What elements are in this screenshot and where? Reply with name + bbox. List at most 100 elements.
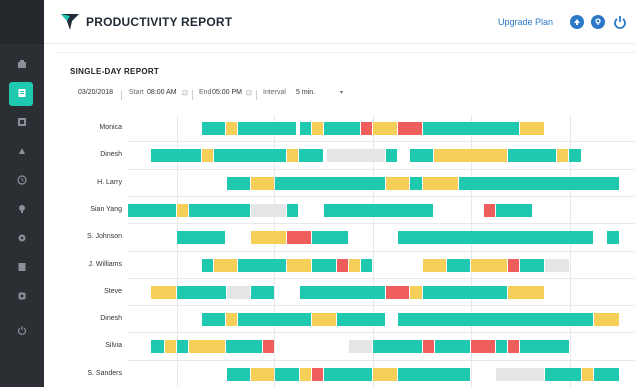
activity-segment[interactable]: [299, 149, 323, 163]
activity-segment[interactable]: [202, 122, 225, 135]
activity-segment[interactable]: [177, 340, 188, 354]
upgrade-plan-link[interactable]: Upgrade Plan: [498, 17, 553, 27]
activity-segment[interactable]: [410, 149, 433, 163]
activity-segment[interactable]: [373, 122, 397, 135]
activity-segment[interactable]: [337, 258, 348, 272]
activity-segment[interactable]: [398, 367, 470, 381]
activity-segment[interactable]: [496, 340, 507, 354]
activity-segment[interactable]: [151, 285, 176, 299]
activity-segment[interactable]: [189, 203, 250, 217]
activity-segment[interactable]: [177, 285, 226, 299]
sidebar-item-settings[interactable]: [0, 224, 44, 252]
activity-segment[interactable]: [508, 285, 544, 299]
activity-segment[interactable]: [557, 149, 568, 163]
activity-segment[interactable]: [410, 176, 422, 190]
activity-segment[interactable]: [607, 231, 619, 245]
activity-segment[interactable]: [373, 367, 397, 381]
activity-segment[interactable]: [275, 367, 299, 381]
activity-segment[interactable]: [251, 176, 274, 190]
activity-segment[interactable]: [520, 258, 544, 272]
activity-segment[interactable]: [520, 122, 544, 135]
date-field[interactable]: 03/20/2018: [78, 89, 113, 96]
activity-segment[interactable]: [496, 203, 532, 217]
sidebar-item-gear[interactable]: [0, 282, 44, 310]
activity-segment[interactable]: [263, 340, 274, 354]
activity-segment[interactable]: [287, 231, 311, 245]
activity-segment[interactable]: [151, 149, 201, 163]
start-time-field[interactable]: 08:00 AM: [147, 89, 177, 96]
sidebar-item-users[interactable]: [0, 108, 44, 136]
activity-segment[interactable]: [226, 340, 262, 354]
activity-segment[interactable]: [189, 340, 225, 354]
interval-select[interactable]: 5 min.: [296, 89, 315, 96]
activity-segment[interactable]: [327, 149, 385, 163]
activity-segment[interactable]: [423, 285, 507, 299]
activity-segment[interactable]: [337, 313, 385, 327]
activity-segment[interactable]: [349, 258, 360, 272]
sidebar-item-file[interactable]: [0, 253, 44, 281]
activity-segment[interactable]: [312, 313, 336, 327]
chevron-down-icon[interactable]: ▾: [340, 89, 343, 96]
activity-segment[interactable]: [151, 340, 164, 354]
activity-segment[interactable]: [447, 258, 470, 272]
end-time-field[interactable]: 05:00 PM: [212, 89, 242, 96]
activity-segment[interactable]: [435, 340, 470, 354]
activity-segment[interactable]: [496, 367, 544, 381]
help-icon[interactable]: [591, 15, 605, 29]
activity-segment[interactable]: [214, 258, 237, 272]
activity-segment[interactable]: [312, 231, 348, 245]
activity-segment[interactable]: [251, 231, 286, 245]
logout-power-icon[interactable]: [613, 15, 627, 29]
activity-segment[interactable]: [251, 367, 274, 381]
activity-segment[interactable]: [287, 149, 298, 163]
activity-segment[interactable]: [386, 149, 397, 163]
activity-segment[interactable]: [569, 149, 581, 163]
sidebar-item-clock[interactable]: [0, 166, 44, 194]
start-calendar-icon[interactable]: ⊡: [182, 89, 188, 97]
activity-segment[interactable]: [386, 176, 409, 190]
activity-segment[interactable]: [312, 367, 323, 381]
activity-segment[interactable]: [410, 285, 422, 299]
activity-segment[interactable]: [177, 203, 188, 217]
upload-icon[interactable]: [570, 15, 584, 29]
activity-segment[interactable]: [165, 340, 176, 354]
activity-segment[interactable]: [312, 122, 323, 135]
activity-segment[interactable]: [373, 340, 422, 354]
activity-segment[interactable]: [202, 258, 213, 272]
sidebar-item-power[interactable]: [0, 316, 44, 344]
activity-segment[interactable]: [214, 149, 286, 163]
activity-segment[interactable]: [128, 203, 176, 217]
activity-segment[interactable]: [300, 285, 385, 299]
activity-segment[interactable]: [423, 176, 458, 190]
activity-segment[interactable]: [287, 258, 311, 272]
sidebar-item-chart[interactable]: [0, 137, 44, 165]
activity-segment[interactable]: [582, 367, 593, 381]
activity-segment[interactable]: [202, 313, 225, 327]
activity-segment[interactable]: [423, 258, 446, 272]
activity-segment[interactable]: [484, 203, 495, 217]
activity-segment[interactable]: [227, 367, 250, 381]
activity-segment[interactable]: [508, 149, 556, 163]
activity-segment[interactable]: [508, 258, 519, 272]
activity-segment[interactable]: [300, 367, 311, 381]
end-calendar-icon[interactable]: ⊡: [246, 89, 252, 97]
activity-segment[interactable]: [361, 258, 372, 272]
activity-segment[interactable]: [545, 258, 569, 272]
activity-segment[interactable]: [312, 258, 336, 272]
activity-segment[interactable]: [545, 367, 581, 381]
activity-segment[interactable]: [227, 285, 250, 299]
activity-segment[interactable]: [226, 122, 237, 135]
activity-segment[interactable]: [238, 313, 311, 327]
activity-segment[interactable]: [238, 122, 296, 135]
activity-segment[interactable]: [398, 313, 593, 327]
activity-segment[interactable]: [471, 258, 507, 272]
activity-segment[interactable]: [324, 122, 360, 135]
activity-segment[interactable]: [398, 122, 422, 135]
activity-segment[interactable]: [324, 203, 433, 217]
activity-segment[interactable]: [177, 231, 225, 245]
activity-segment[interactable]: [324, 367, 372, 381]
activity-segment[interactable]: [238, 258, 286, 272]
activity-segment[interactable]: [202, 149, 213, 163]
activity-segment[interactable]: [386, 285, 409, 299]
sidebar-item-report[interactable]: [0, 79, 44, 107]
